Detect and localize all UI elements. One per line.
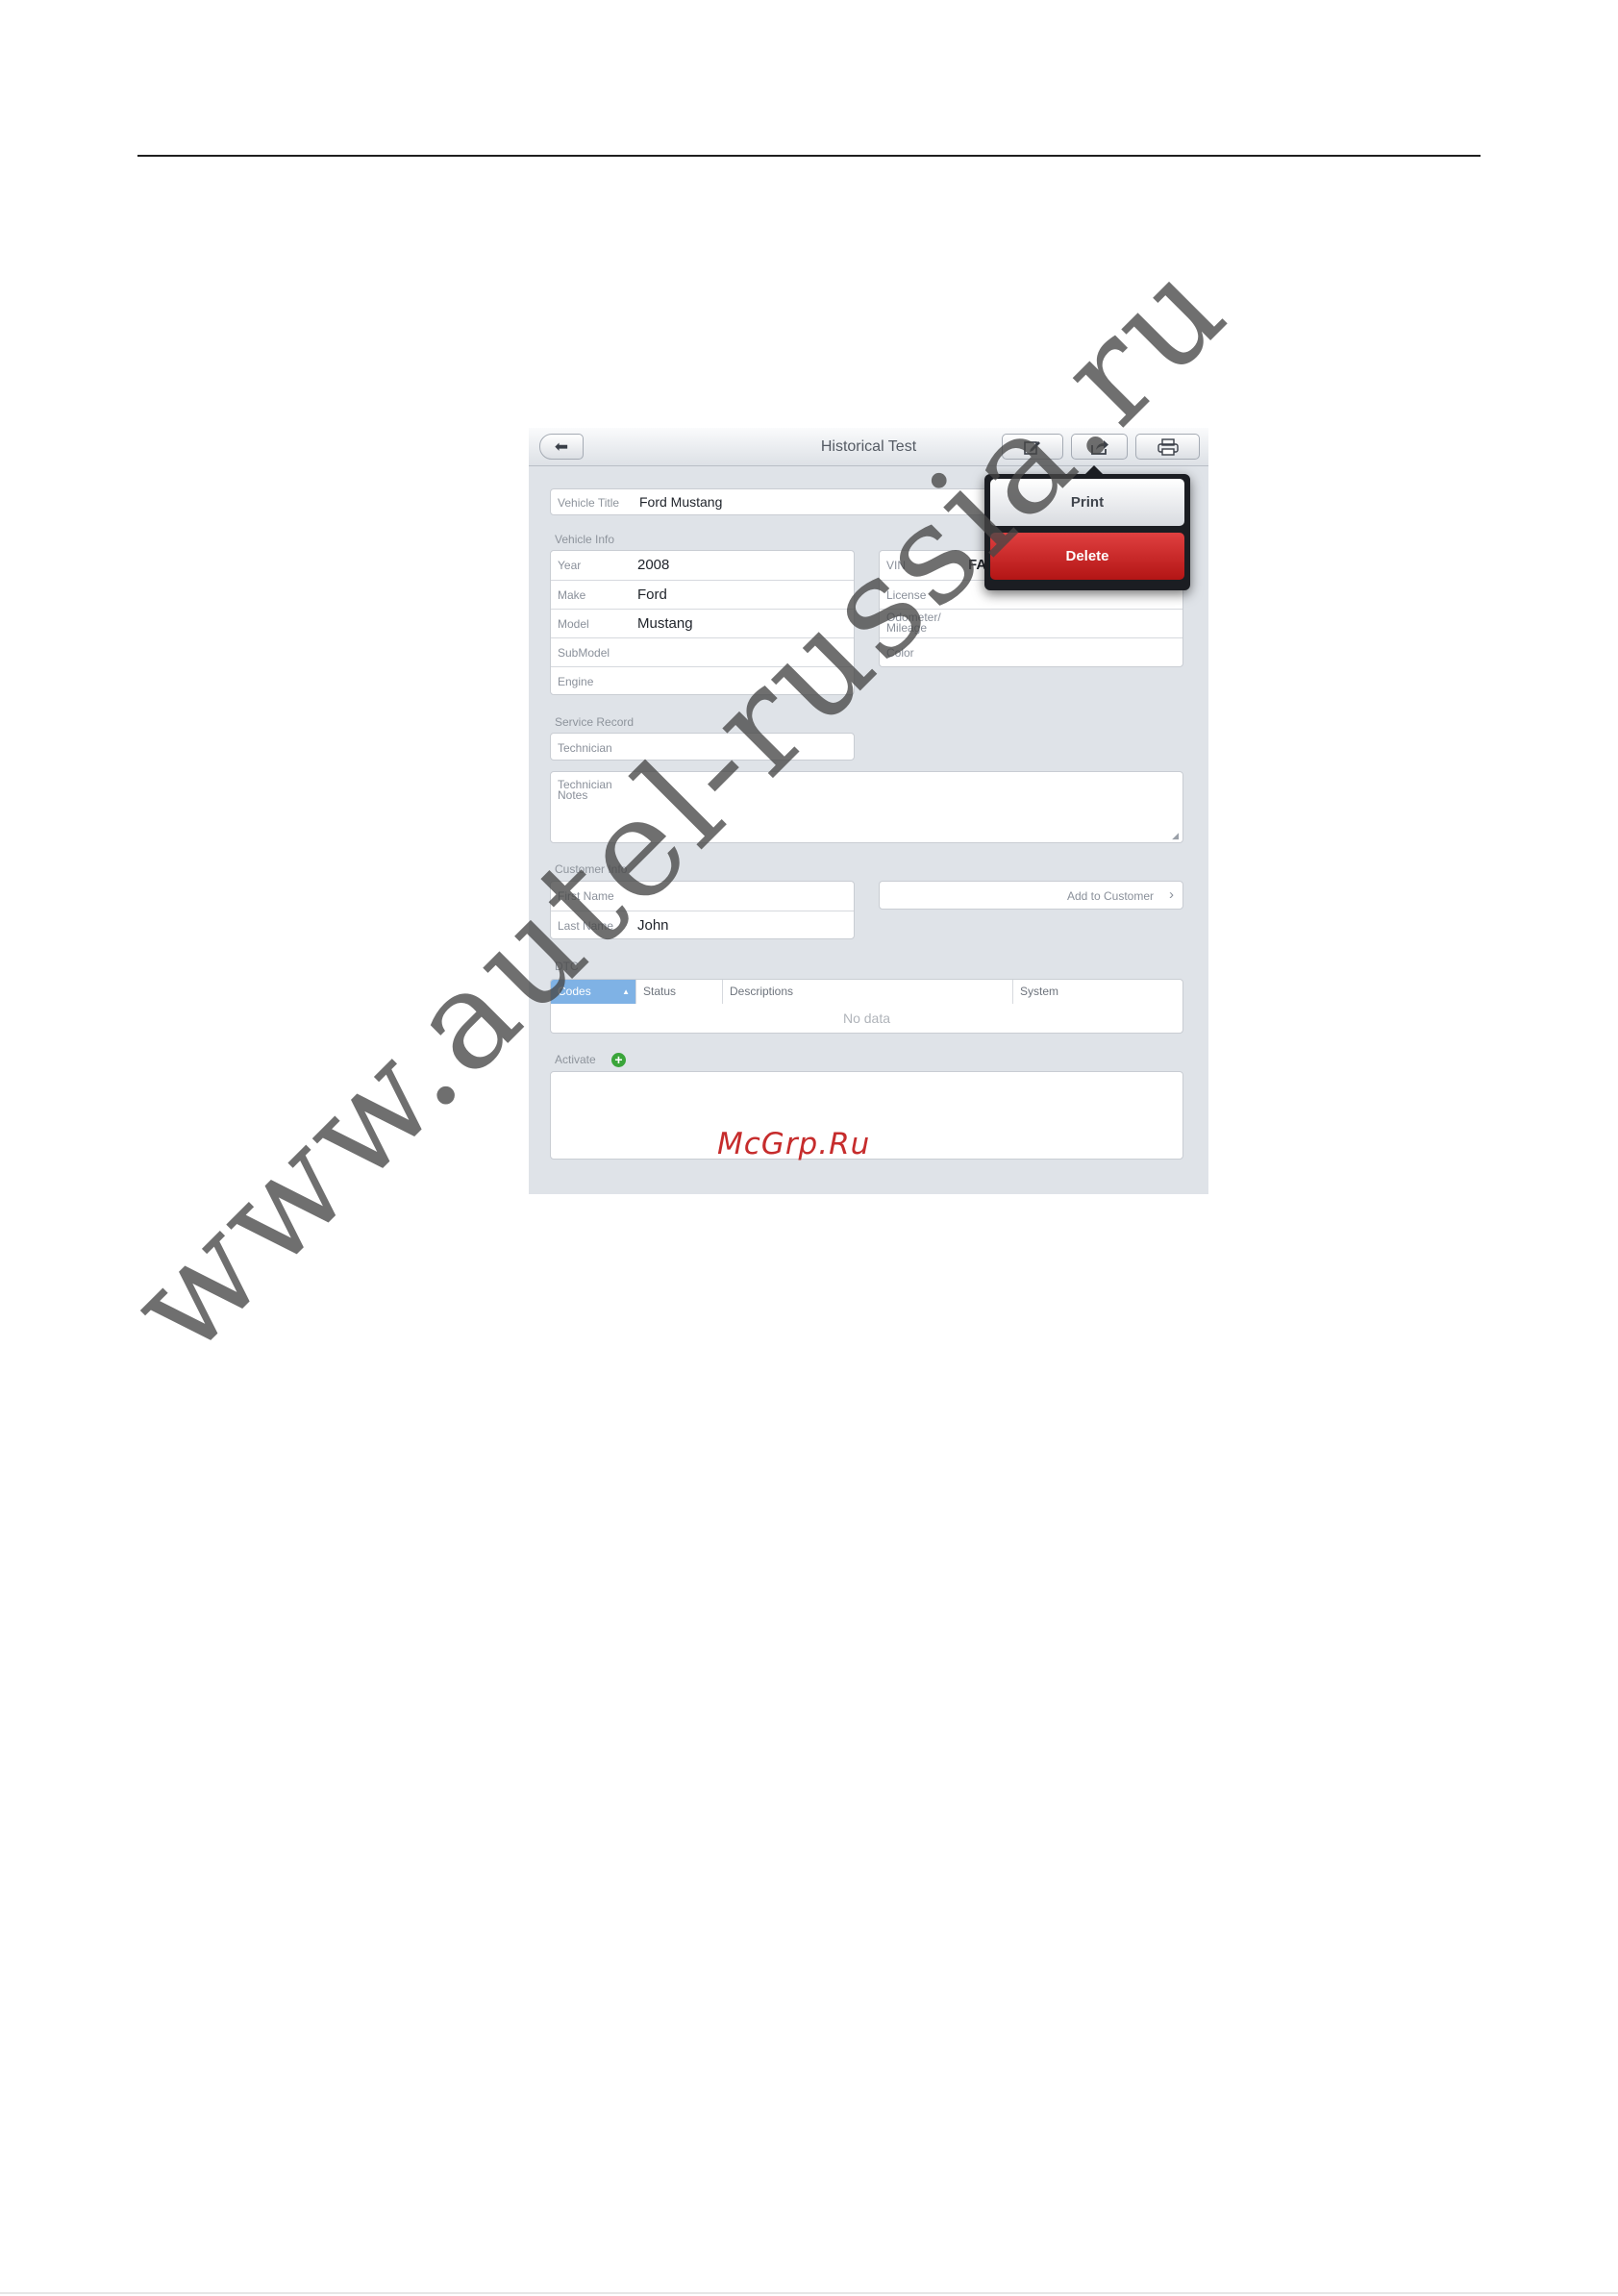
dtc-table-header: Codes ▲ Status Descriptions System <box>550 979 1183 1005</box>
add-activate-icon[interactable]: + <box>611 1053 626 1067</box>
make-value: Ford <box>637 586 667 603</box>
mcgrp-watermark: McGrp.Ru <box>717 1127 871 1161</box>
printer-icon <box>1157 437 1179 456</box>
submodel-label: SubModel <box>558 646 610 660</box>
vehicle-title-label: Vehicle Title <box>558 496 620 510</box>
chevron-right-icon: › <box>1169 886 1174 903</box>
service-record-heading: Service Record <box>555 715 635 729</box>
system-column-header[interactable]: System <box>1013 980 1182 1004</box>
bottom-rule <box>0 2292 1618 2294</box>
engine-label: Engine <box>558 675 594 688</box>
resize-grip-icon[interactable]: ◢ <box>1172 831 1179 841</box>
activate-label: Activate <box>555 1053 596 1066</box>
system-column-label: System <box>1020 985 1059 998</box>
model-value: Mustang <box>637 615 693 632</box>
year-label: Year <box>558 559 582 572</box>
top-rule <box>137 155 1481 157</box>
technician-label: Technician <box>558 741 612 755</box>
descriptions-column-header[interactable]: Descriptions <box>723 980 1013 1004</box>
add-to-customer-label: Add to Customer <box>1066 889 1154 903</box>
sort-arrow-icon: ▲ <box>622 987 630 996</box>
vehicle-title-value: Ford Mustang <box>639 494 723 510</box>
make-label: Make <box>558 588 586 602</box>
add-to-customer-button[interactable]: Add to Customer › <box>879 881 1183 910</box>
status-column-label: Status <box>643 985 677 998</box>
descriptions-column-label: Descriptions <box>730 985 794 998</box>
dtc-empty-row: No data <box>550 1004 1183 1034</box>
model-label: Model <box>558 617 589 631</box>
status-column-header[interactable]: Status <box>636 980 723 1004</box>
year-value: 2008 <box>637 557 670 573</box>
vehicle-info-heading: Vehicle Info <box>555 533 615 546</box>
